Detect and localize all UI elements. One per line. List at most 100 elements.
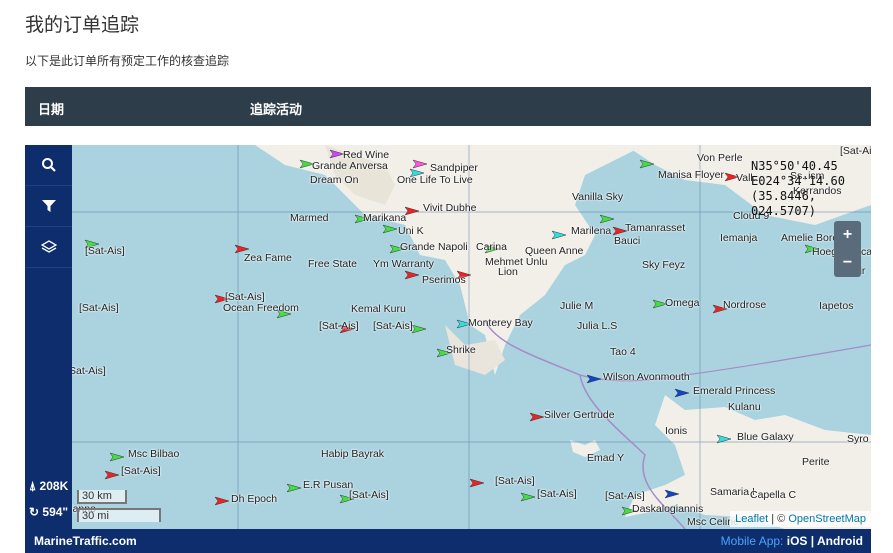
zoom-in-button[interactable]: + [834,221,861,249]
vessel-label[interactable]: Sandpiper [430,162,478,174]
vessel-label[interactable]: Perite [802,456,829,468]
vessel-label[interactable]: Sat-Ais] [69,365,106,377]
vessel-marker[interactable] [551,230,567,240]
vessel-marker[interactable] [639,159,655,169]
column-header-date[interactable]: 日期 [38,99,64,118]
column-header-activity[interactable]: 追踪活动 [250,99,302,118]
vessel-label[interactable]: [Sat-Ais] [537,488,577,500]
vessel-marker[interactable] [469,478,485,488]
vessel-label[interactable]: Dh Epoch [231,493,277,505]
ios-link[interactable]: iOS [787,534,808,548]
vessel-label[interactable]: Marikana [363,212,406,224]
vessel-marker[interactable] [586,374,602,384]
vessel-marker[interactable] [520,492,536,502]
vessel-label[interactable]: Sky Feyz [642,259,685,271]
vessel-label[interactable]: Julie M [560,300,593,312]
layers-button[interactable] [25,227,72,268]
vessel-label[interactable]: Grande Napoli [400,241,468,253]
vessel-marker[interactable] [411,324,427,334]
vessel-label[interactable]: Manisa Floyer [658,169,724,181]
vessel-label[interactable]: Iapetos [819,300,853,312]
vessel-label[interactable]: Capella C [750,489,796,501]
vessel-label[interactable]: Msc Bilbao [128,448,179,460]
vessel-label[interactable]: Omega [665,297,699,309]
vessel-label[interactable]: Syro [847,433,869,445]
vessel-marker[interactable] [716,434,732,444]
map-footer: MarineTraffic.com Mobile App: iOS | Andr… [25,529,871,553]
vessel-label[interactable]: Kulanu [728,401,761,413]
coord-lon: E024°34'14.60 [751,174,845,188]
vessel-label[interactable]: Von Perle [697,152,743,164]
vessel-label[interactable]: [Sat-Ais] [495,475,535,487]
leaflet-link[interactable]: Leaflet [735,513,768,525]
vessel-marker[interactable] [412,159,428,169]
vessel-marker[interactable] [329,149,345,159]
vessel-label[interactable]: Julia L.S [577,320,617,332]
vessel-label[interactable]: [Sat-Ais] [319,320,359,332]
vessel-label[interactable]: Bauci [614,235,640,247]
vessel-label[interactable]: Free State [308,258,357,270]
vessel-label[interactable]: Habip Bayrak [321,448,384,460]
vessel-label[interactable]: [Sat-Ais] [349,489,389,501]
vessel-label[interactable]: Emerald Princess [693,385,775,397]
vessel-label[interactable]: Dream On [310,174,358,186]
page-subtitle: 以下是此订单所有预定工作的核查追踪 [25,54,230,68]
vessel-label[interactable]: [Sat-Ais] [605,490,645,502]
vessel-label[interactable]: Ym Warranty [373,258,434,270]
coord-lat: N35°50'40.45 [751,159,838,173]
search-button[interactable] [25,145,72,186]
vessel-label[interactable]: Silver Gertrude [544,409,615,421]
osm-link[interactable]: OpenStreetMap [788,513,866,525]
vessel-label[interactable]: One Life To Live [397,174,473,186]
vessel-marker[interactable] [104,470,120,480]
refresh-stat[interactable]: ↻ 594" [29,505,68,519]
android-link[interactable]: Android [817,534,863,548]
vessel-marker[interactable] [664,489,680,499]
vessel-marker[interactable] [382,224,398,234]
filter-button[interactable] [25,186,72,227]
vessel-label[interactable]: [Sat-Ais] [85,245,125,257]
vessel-label[interactable]: [Sat-Ais] [373,320,413,332]
vessel-marker[interactable] [214,496,230,506]
vessel-marker[interactable] [529,412,545,422]
brand-link[interactable]: MarineTraffic.com [34,534,137,548]
vessel-label[interactable]: Vivit Dubhe [423,202,477,214]
vessel-label[interactable]: Lion [498,266,518,278]
vessel-label[interactable]: Daskalogiannis [632,503,703,515]
vessel-map[interactable]: Red Wine Grande Anversa Sandpiper Dream On O… [25,145,871,553]
vessel-label[interactable]: Ocean Freedom [223,302,299,314]
vessel-marker[interactable] [404,270,420,280]
vessel-marker[interactable] [109,452,125,462]
vessel-label[interactable]: Emad Y [587,452,624,464]
vessel-label[interactable]: Monterey Bay [468,317,533,329]
vessel-label[interactable]: Samaria I [710,486,755,498]
vessel-label[interactable]: Pserimos [422,274,466,286]
vessel-label[interactable]: Iemanja [720,232,757,244]
vessel-label[interactable]: Zea Fame [244,252,292,264]
vessel-label[interactable]: Tamanrasset [625,222,685,234]
vessel-label[interactable]: Blue Galaxy [737,431,794,443]
vessel-label[interactable]: E.R Pusan [303,479,353,491]
vessel-label[interactable]: [Sat-Ais] [79,302,119,314]
vessel-label[interactable]: [Sat-Ais] [121,465,161,477]
vessel-marker[interactable] [599,214,615,224]
vessel-label[interactable]: Marilena [571,225,611,237]
vessel-label[interactable]: Nordrose [723,299,766,311]
vessel-label[interactable]: Ionis [665,425,687,437]
vessel-label[interactable]: Uni K [398,225,424,237]
vessel-label[interactable]: Kemal Kuru [351,303,406,315]
vessel-marker[interactable] [674,388,690,398]
vessel-marker[interactable] [286,483,302,493]
vessel-label[interactable]: Tao 4 [610,346,636,358]
map-attribution: Leaflet | © OpenStreetMap [730,511,871,527]
vessel-marker[interactable] [404,206,420,216]
zoom-out-button[interactable]: − [834,249,861,277]
vessel-label[interactable]: Vanilla Sky [572,191,623,203]
vessel-label[interactable]: Grande Anversa [312,160,388,172]
vessel-label[interactable]: Carina [476,241,507,253]
vessel-label[interactable]: Wilson Avonmouth [603,371,690,383]
vessel-label[interactable]: Marmed [290,212,329,224]
vessel-label[interactable]: Shrike [446,344,476,356]
vessel-label[interactable]: [Sat-Ais] [840,145,871,157]
layers-icon [40,240,57,253]
